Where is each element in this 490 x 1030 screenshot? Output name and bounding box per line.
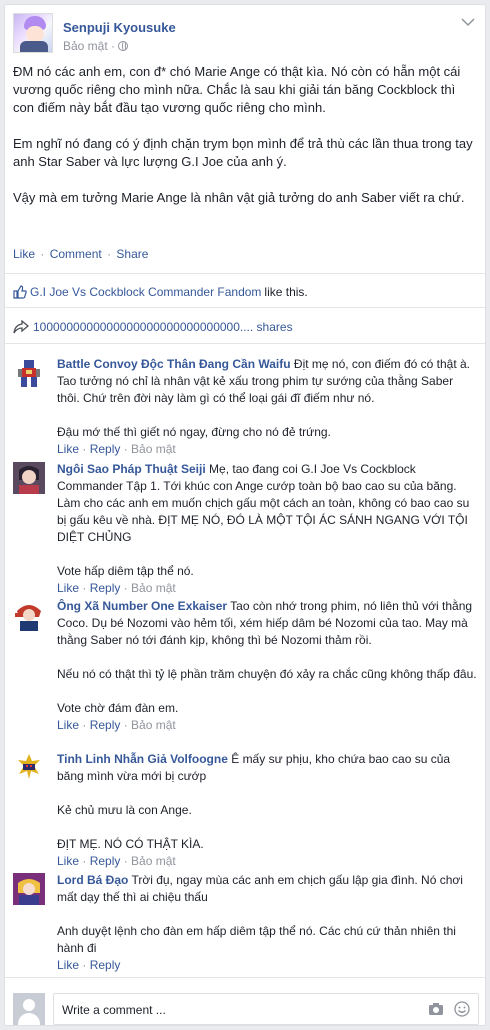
commenter-avatar[interactable] — [13, 599, 45, 631]
camera-icon[interactable] — [428, 1002, 444, 1016]
comment-reply-button[interactable]: Reply — [90, 854, 121, 868]
comment-like-button[interactable]: Like — [57, 958, 79, 972]
comment-privacy: Bảo mật — [131, 718, 176, 732]
commenter-name[interactable]: Lord Bá Đạo — [57, 873, 128, 887]
comment-reply-button[interactable]: Reply — [90, 442, 121, 456]
comment-like-button[interactable]: Like — [57, 442, 79, 456]
comment-privacy: Bảo mật — [131, 442, 176, 456]
post-actions: Like · Comment · Share — [13, 247, 148, 261]
comment-actions: Like · Reply — [57, 958, 121, 972]
commenter-avatar[interactable] — [13, 873, 45, 905]
comment-input[interactable]: Write a comment ... — [53, 993, 479, 1025]
share-icon — [13, 319, 30, 334]
likes-suffix: like this. — [264, 285, 308, 299]
separator: · — [107, 247, 112, 261]
comment-text: Ê mấy sư phịu, kho chứa bao cao su của b… — [57, 752, 451, 851]
divider — [5, 307, 485, 308]
post-meta: Bảo mật · — [63, 39, 129, 53]
comment-input-placeholder: Write a comment ... — [62, 1003, 166, 1017]
privacy-label: Bảo mật · — [63, 39, 116, 53]
commenter-name[interactable]: Ông Xã Number One Exkaiser — [57, 599, 227, 613]
divider — [5, 977, 485, 978]
commenter-avatar[interactable] — [13, 357, 45, 389]
comment-privacy: Bảo mật — [131, 581, 176, 595]
current-user-avatar — [13, 993, 45, 1025]
commenter-name[interactable]: Battle Convoy Độc Thân Đang Cần Waifu — [57, 357, 291, 371]
post-card: Senpuji Kyousuke Bảo mật · ĐM nó các anh… — [4, 4, 486, 1026]
share-button[interactable]: Share — [116, 247, 148, 261]
comment-content: Battle Convoy Độc Thân Đang Cần Waifu Đị… — [57, 356, 479, 458]
comment-actions: Like · Reply · Bảo mật — [57, 718, 176, 732]
shares-summary[interactable]: 1000000000000000000000000000000.... shar… — [13, 319, 293, 334]
likes-summary: G.I Joe Vs Cockblock Commander Fandom li… — [13, 285, 308, 299]
comment-reply-button[interactable]: Reply — [90, 958, 121, 972]
commenter-name[interactable]: Tinh Linh Nhẫn Giả Volfoogne — [57, 752, 228, 766]
like-button[interactable]: Like — [13, 247, 35, 261]
commenter-avatar[interactable] — [13, 462, 45, 494]
liked-page-link[interactable]: G.I Joe Vs Cockblock Commander Fandom — [30, 285, 261, 299]
comment-like-button[interactable]: Like — [57, 854, 79, 868]
comment-like-button[interactable]: Like — [57, 718, 79, 732]
comment-content: Lord Bá Đạo Trời đụ, ngay mùa các anh em… — [57, 872, 479, 974]
comment-actions: Like · Reply · Bảo mật — [57, 854, 176, 868]
shares-count[interactable]: 1000000000000000000000000000000.... shar… — [33, 320, 293, 334]
divider — [5, 343, 485, 344]
comment-content: Ông Xã Number One Exkaiser Tao còn nhớ t… — [57, 598, 479, 734]
post-paragraph: ĐM nó các anh em, con đ* chó Marie Ange … — [13, 64, 464, 115]
comment-like-button[interactable]: Like — [57, 581, 79, 595]
emoji-icon[interactable] — [454, 1001, 470, 1017]
comment-actions: Like · Reply · Bảo mật — [57, 581, 176, 595]
comment-content: Tinh Linh Nhẫn Giả Volfoogne Ê mấy sư ph… — [57, 751, 479, 870]
post-body: ĐM nó các anh em, con đ* chó Marie Ange … — [13, 63, 479, 225]
post-paragraph: Em nghĩ nó đang có ý định chặn trym bọn … — [13, 136, 477, 169]
commenter-name[interactable]: Ngôi Sao Pháp Thuật Seiji — [57, 462, 206, 476]
chevron-down-icon[interactable] — [461, 17, 475, 27]
thumbs-up-icon — [13, 285, 27, 299]
comment-content: Ngôi Sao Pháp Thuật Seiji Mẹ, tao đang c… — [57, 461, 479, 597]
commenter-avatar[interactable] — [13, 752, 45, 784]
post-paragraph: Vậy mà em tưởng Marie Ange là nhân vật g… — [13, 190, 465, 205]
globe-icon[interactable] — [118, 41, 129, 51]
reply-box: Write a comment ... — [13, 993, 479, 1025]
comment-text: Mẹ, tao đang coi G.I Joe Vs Cockblock Co… — [57, 462, 470, 578]
author-name[interactable]: Senpuji Kyousuke — [63, 20, 176, 35]
separator: · — [40, 247, 45, 261]
comment-privacy: Bảo mật — [131, 854, 176, 868]
author-avatar[interactable] — [13, 13, 53, 53]
divider — [5, 273, 485, 274]
comment-button[interactable]: Comment — [50, 247, 102, 261]
comment-text: Tao còn nhớ trong phim, nó liên thủ với … — [57, 599, 477, 715]
comment-reply-button[interactable]: Reply — [90, 718, 121, 732]
post-header: Senpuji Kyousuke Bảo mật · — [13, 13, 479, 53]
comment-reply-button[interactable]: Reply — [90, 581, 121, 595]
comment-actions: Like · Reply · Bảo mật — [57, 442, 176, 456]
